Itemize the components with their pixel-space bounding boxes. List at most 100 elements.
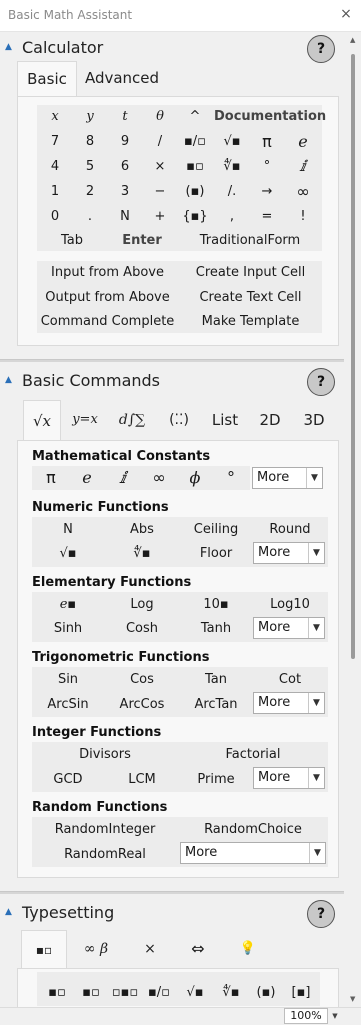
fn-cosh[interactable]: Cosh xyxy=(107,621,177,636)
trig-more-dropdown[interactable]: More ▼ xyxy=(253,692,325,714)
fn-cot[interactable]: Cot xyxy=(255,672,325,687)
key-equals[interactable]: = xyxy=(254,209,280,224)
dropdown-arrow-icon[interactable]: ▼ xyxy=(308,768,324,788)
fn-exp[interactable]: e▪ xyxy=(33,597,103,612)
ts-parentheses[interactable]: (▪) xyxy=(251,985,281,1000)
basic-commands-header[interactable]: ▲ Basic Commands ? xyxy=(0,366,344,396)
fn-sqrt[interactable]: √▪ xyxy=(33,546,103,561)
fn-randomchoice[interactable]: RandomChoice xyxy=(181,822,325,837)
collapse-chevron-icon[interactable]: ▲ xyxy=(5,42,12,52)
tab-2d[interactable]: 2D xyxy=(255,400,285,440)
key-braces[interactable]: {▪} xyxy=(180,209,210,224)
create-input-cell-button[interactable]: Create Input Cell xyxy=(183,265,318,280)
key-dot[interactable]: . xyxy=(79,209,101,224)
output-from-above-button[interactable]: Output from Above xyxy=(40,290,175,305)
fn-tan[interactable]: Tan xyxy=(181,672,251,687)
ts-subsuperscript[interactable]: ▫▪▫ xyxy=(110,985,140,1000)
key-t[interactable]: t xyxy=(114,109,136,124)
dropdown-arrow-icon[interactable]: ▼ xyxy=(308,693,324,713)
key-traditionalform[interactable]: TraditionalForm xyxy=(190,233,310,248)
random-more-dropdown[interactable]: More ▼ xyxy=(180,842,326,864)
tab-templates[interactable]: ▪▫ xyxy=(21,930,67,968)
fn-ceiling[interactable]: Ceiling xyxy=(181,522,251,537)
key-fraction[interactable]: ▪/▫ xyxy=(180,134,210,149)
elementary-more-dropdown[interactable]: More ▼ xyxy=(253,617,325,639)
section-divider[interactable] xyxy=(0,891,344,894)
zoom-level[interactable]: 100% xyxy=(284,1008,328,1024)
key-rule[interactable]: → xyxy=(254,184,280,199)
section-divider[interactable] xyxy=(0,359,344,362)
fn-log[interactable]: Log xyxy=(107,597,177,612)
fn-factorial[interactable]: Factorial xyxy=(181,747,325,762)
fn-gcd[interactable]: GCD xyxy=(33,772,103,787)
key-2[interactable]: 2 xyxy=(79,184,101,199)
tab-arrows[interactable]: ⇔ xyxy=(175,930,221,968)
fn-lcm[interactable]: LCM xyxy=(107,772,177,787)
key-x[interactable]: x xyxy=(44,109,66,124)
key-3[interactable]: 3 xyxy=(114,184,136,199)
key-sqrt[interactable]: √▪ xyxy=(219,134,245,149)
integer-more-dropdown[interactable]: More ▼ xyxy=(253,767,325,789)
tab-tips[interactable]: 💡 xyxy=(225,930,271,968)
ts-brackets[interactable]: [▪] xyxy=(286,985,316,1000)
tab-symbols[interactable]: ∞ β xyxy=(73,930,119,968)
command-complete-button[interactable]: Command Complete xyxy=(40,314,175,329)
ts-sqrt[interactable]: √▪ xyxy=(180,985,210,1000)
key-y[interactable]: y xyxy=(79,109,101,124)
fn-arctan[interactable]: ArcTan xyxy=(181,697,251,712)
key-nth-root[interactable]: ∜▪ xyxy=(219,159,245,174)
tab-operators[interactable]: × xyxy=(127,930,173,968)
typesetting-header[interactable]: ▲ Typesetting ? xyxy=(0,898,344,928)
fn-divisors[interactable]: Divisors xyxy=(33,747,177,762)
ts-superscript[interactable]: ▪▫ xyxy=(42,985,72,1000)
key-1[interactable]: 1 xyxy=(44,184,66,199)
dropdown-arrow-icon[interactable]: ▼ xyxy=(306,468,322,488)
ts-fraction[interactable]: ▪/▫ xyxy=(144,985,174,1000)
key-4[interactable]: 4 xyxy=(44,159,66,174)
dropdown-arrow-icon[interactable]: ▼ xyxy=(308,618,324,638)
tab-y-equals-x[interactable]: y=x xyxy=(64,400,106,440)
make-template-button[interactable]: Make Template xyxy=(183,314,318,329)
key-8[interactable]: 8 xyxy=(79,134,101,149)
fn-log10[interactable]: Log10 xyxy=(255,597,325,612)
key-imaginary[interactable]: ⅈ xyxy=(290,157,316,175)
const-pi[interactable]: π xyxy=(38,468,64,487)
key-parentheses[interactable]: (▪) xyxy=(180,184,210,199)
key-n[interactable]: N xyxy=(114,209,136,224)
const-infinity[interactable]: ∞ xyxy=(146,468,172,487)
key-plus[interactable]: + xyxy=(149,209,171,224)
ts-nth-root[interactable]: ∜▪ xyxy=(216,985,246,1000)
key-7[interactable]: 7 xyxy=(44,134,66,149)
const-i[interactable]: ⅈ xyxy=(110,468,136,487)
create-text-cell-button[interactable]: Create Text Cell xyxy=(183,290,318,305)
key-comma[interactable]: , xyxy=(219,209,245,224)
fn-prime[interactable]: Prime xyxy=(181,772,251,787)
constants-more-dropdown[interactable]: More ▼ xyxy=(252,467,323,489)
fn-arccos[interactable]: ArcCos xyxy=(107,697,177,712)
key-0[interactable]: 0 xyxy=(44,209,66,224)
tab-advanced[interactable]: Advanced xyxy=(77,61,167,96)
key-pi[interactable]: π xyxy=(254,132,280,151)
tab-sqrt-x[interactable]: √x xyxy=(23,400,61,440)
dropdown-arrow-icon[interactable]: ▼ xyxy=(309,843,325,863)
key-e[interactable]: e xyxy=(290,132,316,151)
key-tab[interactable]: Tab xyxy=(52,233,92,248)
tab-matrix[interactable]: (⁚⁚) xyxy=(159,400,199,440)
tab-3d[interactable]: 3D xyxy=(299,400,329,440)
tab-list[interactable]: List xyxy=(207,400,243,440)
fn-tanh[interactable]: Tanh xyxy=(181,621,251,636)
fn-n[interactable]: N xyxy=(33,522,103,537)
const-e[interactable]: e xyxy=(74,468,100,487)
help-button[interactable]: ? xyxy=(307,368,335,396)
key-6[interactable]: 6 xyxy=(114,159,136,174)
scrollbar-thumb[interactable] xyxy=(351,54,355,659)
key-infinity[interactable]: ∞ xyxy=(290,182,316,201)
fn-sin[interactable]: Sin xyxy=(33,672,103,687)
fn-cos[interactable]: Cos xyxy=(107,672,177,687)
key-theta[interactable]: θ xyxy=(149,109,171,124)
key-9[interactable]: 9 xyxy=(114,134,136,149)
key-times[interactable]: × xyxy=(149,159,171,174)
fn-arcsin[interactable]: ArcSin xyxy=(33,697,103,712)
vertical-scrollbar[interactable]: ▲ ▼ xyxy=(348,32,360,1007)
key-5[interactable]: 5 xyxy=(79,159,101,174)
